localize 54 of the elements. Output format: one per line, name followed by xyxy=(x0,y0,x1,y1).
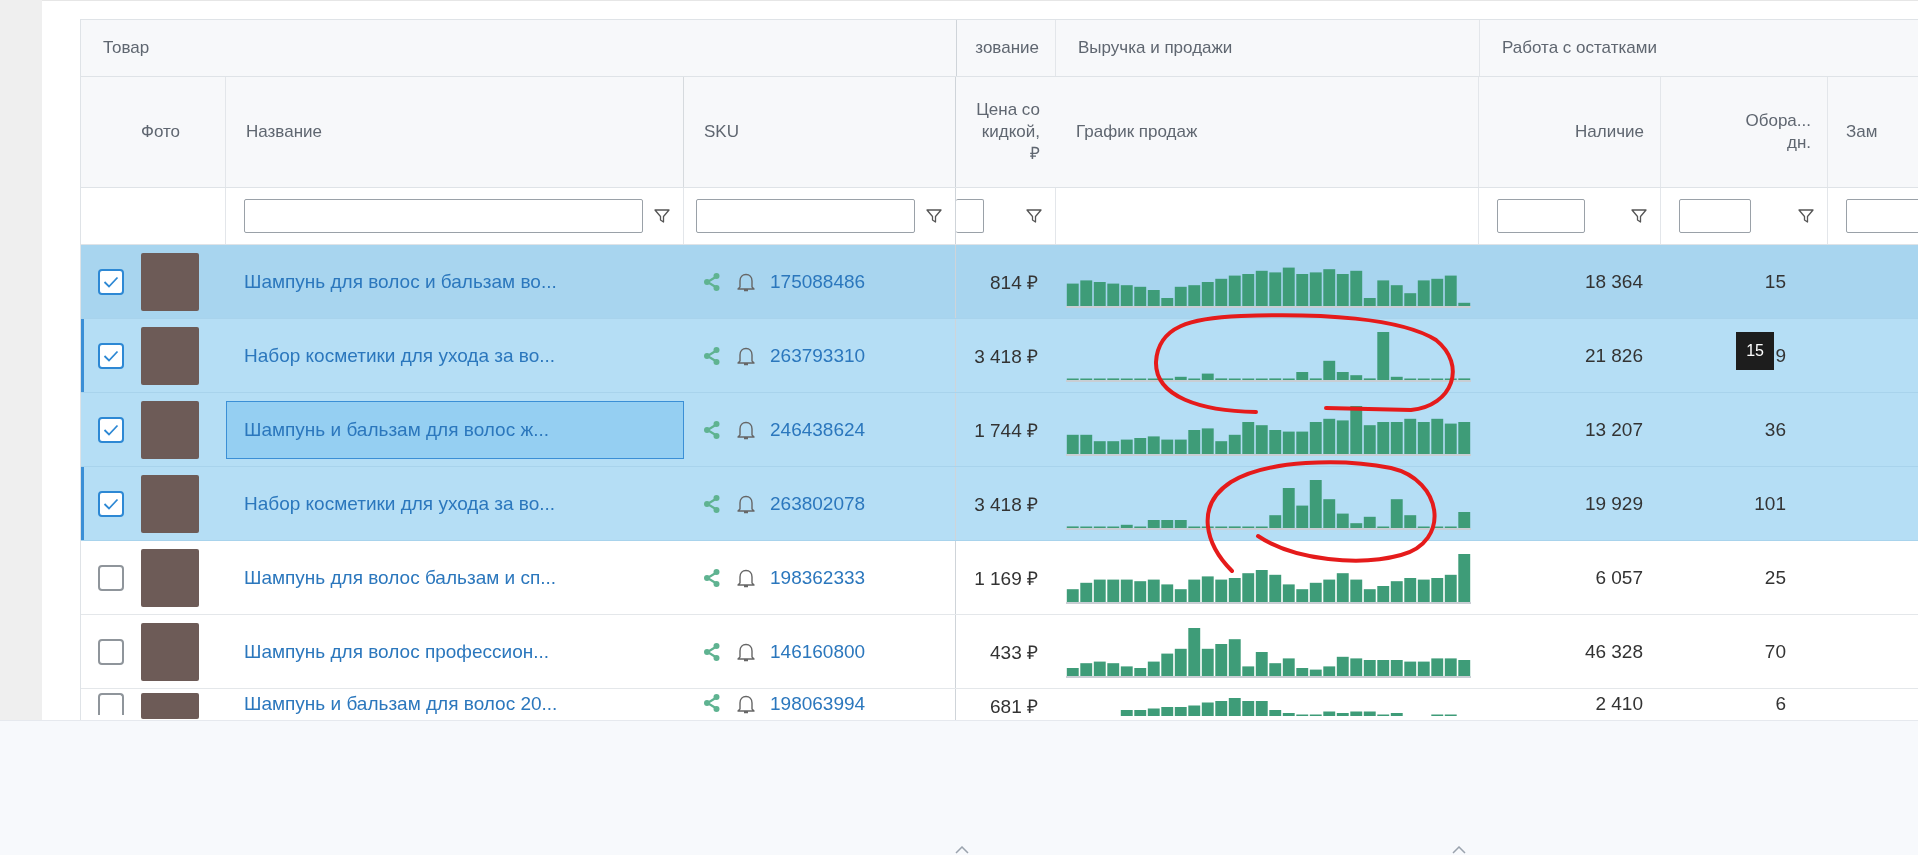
price-text: 3 418 ₽ xyxy=(974,492,1038,517)
product-link[interactable]: Шампунь для волос профессион... xyxy=(226,615,684,688)
turnover-text: 36 xyxy=(1764,418,1786,441)
sku-link[interactable]: 246438624 xyxy=(770,418,866,441)
product-link[interactable]: Шампунь для волос и бальзам во... xyxy=(226,245,684,318)
column-header[interactable]: График продаж xyxy=(1076,122,1198,142)
turnover-text: 70 xyxy=(1764,640,1786,663)
price-text: 433 ₽ xyxy=(990,640,1038,665)
column-header[interactable]: Цена со кидкой, ₽ xyxy=(970,98,1040,166)
column-header[interactable]: Фото xyxy=(141,122,181,142)
price-text: 814 ₽ xyxy=(990,270,1038,295)
column-header[interactable]: Обора... дн. xyxy=(1731,109,1811,155)
sku-link[interactable]: 263802078 xyxy=(770,492,866,515)
product-link[interactable]: Шампунь для волос бальзам и сп... xyxy=(226,541,684,614)
column-header[interactable]: SKU xyxy=(704,122,739,142)
tooltip: 15 xyxy=(1736,332,1774,370)
table-row[interactable]: Шампунь и бальзам для волос ж... 246438624 1 744 ₽ 13 207 36 xyxy=(81,393,1918,467)
stock-text: 46 328 xyxy=(1584,640,1643,663)
product-link[interactable]: Шампунь и бальзам для волос ж... xyxy=(226,400,684,459)
stock-text: 19 929 xyxy=(1584,492,1643,515)
column-group-header: Товар xyxy=(103,38,150,58)
sku-link[interactable]: 198063994 xyxy=(770,693,866,715)
product-link[interactable]: Шампунь и бальзам для волос 20... xyxy=(226,693,684,715)
sku-link[interactable]: 175088486 xyxy=(770,270,866,293)
stock-text: 6 057 xyxy=(1595,566,1643,589)
table-row[interactable]: Шампунь для волос и бальзам во... 175088486 814 ₽ 18 364 15 xyxy=(81,245,1918,319)
column-header[interactable]: Наличие xyxy=(1575,122,1644,142)
column-header[interactable]: Название xyxy=(246,122,322,142)
table-row[interactable]: Шампунь для волос профессион... 146160800 433 ₽ 46 328 70 xyxy=(81,615,1918,689)
table-row[interactable]: Набор косметики для ухода за во... 263802078 3 418 ₽ 19 929 101 xyxy=(81,467,1918,541)
turnover-text: 9 xyxy=(1775,344,1786,367)
price-text: 681 ₽ xyxy=(990,695,1038,719)
product-link[interactable]: Набор косметики для ухода за во... xyxy=(226,319,684,392)
stock-text: 2 410 xyxy=(1595,693,1643,715)
price-text: 3 418 ₽ xyxy=(974,344,1038,369)
stock-text: 21 826 xyxy=(1584,344,1643,367)
sku-link[interactable]: 263793310 xyxy=(770,344,866,367)
column-group-header: Работа с остатками xyxy=(1502,38,1657,58)
column-group-header: зование xyxy=(975,38,1039,58)
turnover-text: 101 xyxy=(1754,492,1786,515)
sku-link[interactable]: 146160800 xyxy=(770,640,866,663)
column-header[interactable]: Зам xyxy=(1846,122,1878,142)
table-row[interactable]: Шампунь для волос бальзам и сп... 198362333 1 169 ₽ 6 057 25 xyxy=(81,541,1918,615)
turnover-text: 15 xyxy=(1764,270,1786,293)
price-text: 1 744 ₽ xyxy=(974,418,1038,443)
stock-text: 13 207 xyxy=(1584,418,1643,441)
sku-link[interactable]: 198362333 xyxy=(770,566,866,589)
table-row[interactable]: Набор косметики для ухода за во... 263793310 3 418 ₽ 21 826 15 9 xyxy=(81,319,1918,393)
turnover-text: 6 xyxy=(1775,693,1786,715)
turnover-text: 25 xyxy=(1764,566,1786,589)
product-link[interactable]: Набор косметики для ухода за во... xyxy=(226,467,684,540)
column-group-header: Выручка и продажи xyxy=(1078,38,1233,58)
price-text: 1 169 ₽ xyxy=(974,566,1038,591)
stock-text: 18 364 xyxy=(1584,270,1643,293)
